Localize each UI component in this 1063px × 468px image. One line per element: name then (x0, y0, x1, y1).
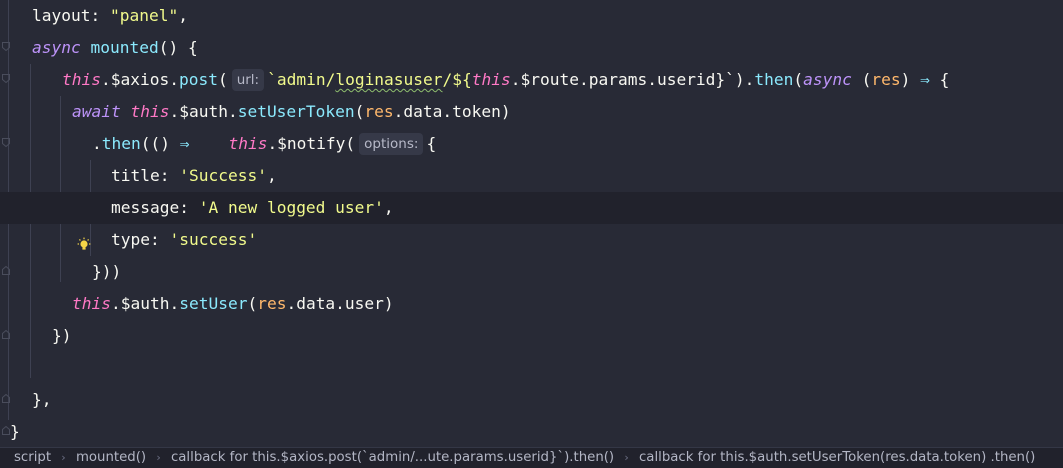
code-line[interactable]: this.$axios.post(url: `admin/loginasuser/… (0, 64, 1063, 96)
code-token: res (871, 70, 901, 89)
code-token: res (257, 294, 287, 313)
code-token: async (32, 38, 81, 57)
code-token: ( (354, 102, 365, 121)
code-token: : (149, 230, 170, 249)
code-token: , (383, 198, 394, 217)
code-token: this (471, 70, 511, 89)
code-token: : (159, 166, 180, 185)
code-line[interactable]: } (0, 416, 1063, 448)
code-token: 'Success' (179, 166, 267, 185)
chevron-right-icon: › (624, 451, 629, 464)
code-line[interactable]: .then(() ⇒ this.$notify(options:{ (0, 128, 1063, 160)
code-token: : (179, 198, 199, 217)
code-token: this (228, 134, 268, 153)
chevron-right-icon: › (61, 451, 66, 464)
lightbulb-icon[interactable] (18, 200, 91, 250)
code-token: { (929, 70, 950, 89)
code-token: ( (247, 294, 258, 313)
code-line[interactable]: })) (0, 256, 1063, 288)
code-line[interactable]: type: 'success' (0, 224, 1063, 256)
breadcrumb-item-auth-callback[interactable]: callback for this.$auth.setUserToken(res… (635, 448, 1039, 468)
code-line[interactable]: }, (0, 384, 1063, 416)
code-line[interactable] (0, 352, 1063, 384)
code-token: this (130, 102, 170, 121)
code-token: .data.token) (393, 102, 511, 121)
code-token: type (111, 230, 150, 249)
code-token: ) (900, 70, 921, 89)
breadcrumb-bar: script › mounted() › callback for this.$… (0, 447, 1063, 468)
chevron-right-icon: › (156, 451, 161, 464)
code-token: then (754, 70, 794, 89)
code-token: `admin/ (267, 70, 336, 89)
code-token: .$axios. (100, 70, 179, 89)
code-line[interactable]: }) (0, 320, 1063, 352)
code-token: setUser (179, 294, 248, 313)
code-line[interactable]: async mounted() { (0, 32, 1063, 64)
code-line[interactable]: this.$auth.setUser(res.data.user) (0, 288, 1063, 320)
code-token: layout (32, 6, 91, 25)
code-token: /${ (442, 70, 472, 89)
code-token: . (92, 134, 102, 153)
code-token: then (101, 134, 141, 153)
code-token: .$auth. (169, 102, 238, 121)
code-token: : (90, 6, 110, 25)
code-token: async (803, 70, 852, 89)
code-token: }) (52, 326, 72, 345)
code-token: ( (793, 70, 804, 89)
code-token: }, (32, 390, 52, 409)
code-token: res (364, 102, 394, 121)
code-editor[interactable]: layout: "panel", async mounted() { this.… (0, 0, 1063, 447)
code-token: } (10, 422, 20, 441)
breadcrumb-item-mounted[interactable]: mounted() (72, 448, 150, 468)
code-token: .$notify( (267, 134, 356, 153)
code-token: .$auth. (110, 294, 180, 313)
code-token: ⇒ (179, 134, 190, 153)
parameter-hint: url: (231, 69, 265, 91)
code-token: title (111, 166, 160, 185)
code-token: (() (140, 134, 180, 153)
code-token: , (266, 166, 277, 185)
current-code-line[interactable]: message: 'A new logged user', (0, 192, 1063, 250)
code-token: 'success' (169, 230, 258, 249)
code-token: post (178, 70, 218, 89)
code-token: ( (217, 70, 228, 89)
code-token: ⇒ (920, 70, 930, 89)
code-token: 'A new logged user' (198, 198, 384, 217)
code-token: () { (158, 38, 198, 57)
spelling-typo-token[interactable]: loginasuser (335, 70, 442, 89)
breadcrumb-item-axios-callback[interactable]: callback for this.$axios.post(`admin/...… (167, 448, 618, 468)
code-line[interactable]: await this.$auth.setUserToken(res.data.t… (0, 96, 1063, 128)
code-token: .$route.params.userid}` (510, 70, 735, 89)
breadcrumb-item-script[interactable]: script (0, 448, 55, 468)
code-token: setUserToken (237, 102, 355, 121)
code-token: .data.user) (286, 294, 394, 313)
code-token: { (426, 134, 437, 153)
code-token: ). (734, 70, 755, 89)
code-token: await (72, 102, 121, 121)
code-token: this (72, 294, 111, 313)
code-token: })) (92, 262, 122, 281)
parameter-hint: options: (359, 133, 424, 155)
code-token: this (62, 70, 101, 89)
code-line[interactable]: layout: "panel", (0, 0, 1063, 32)
code-line[interactable]: title: 'Success', (0, 160, 1063, 192)
code-token: mounted (90, 38, 159, 57)
code-token: ( (851, 70, 872, 89)
code-token: "panel" (109, 6, 179, 25)
code-token: , (178, 6, 188, 25)
code-token: message (111, 198, 180, 217)
